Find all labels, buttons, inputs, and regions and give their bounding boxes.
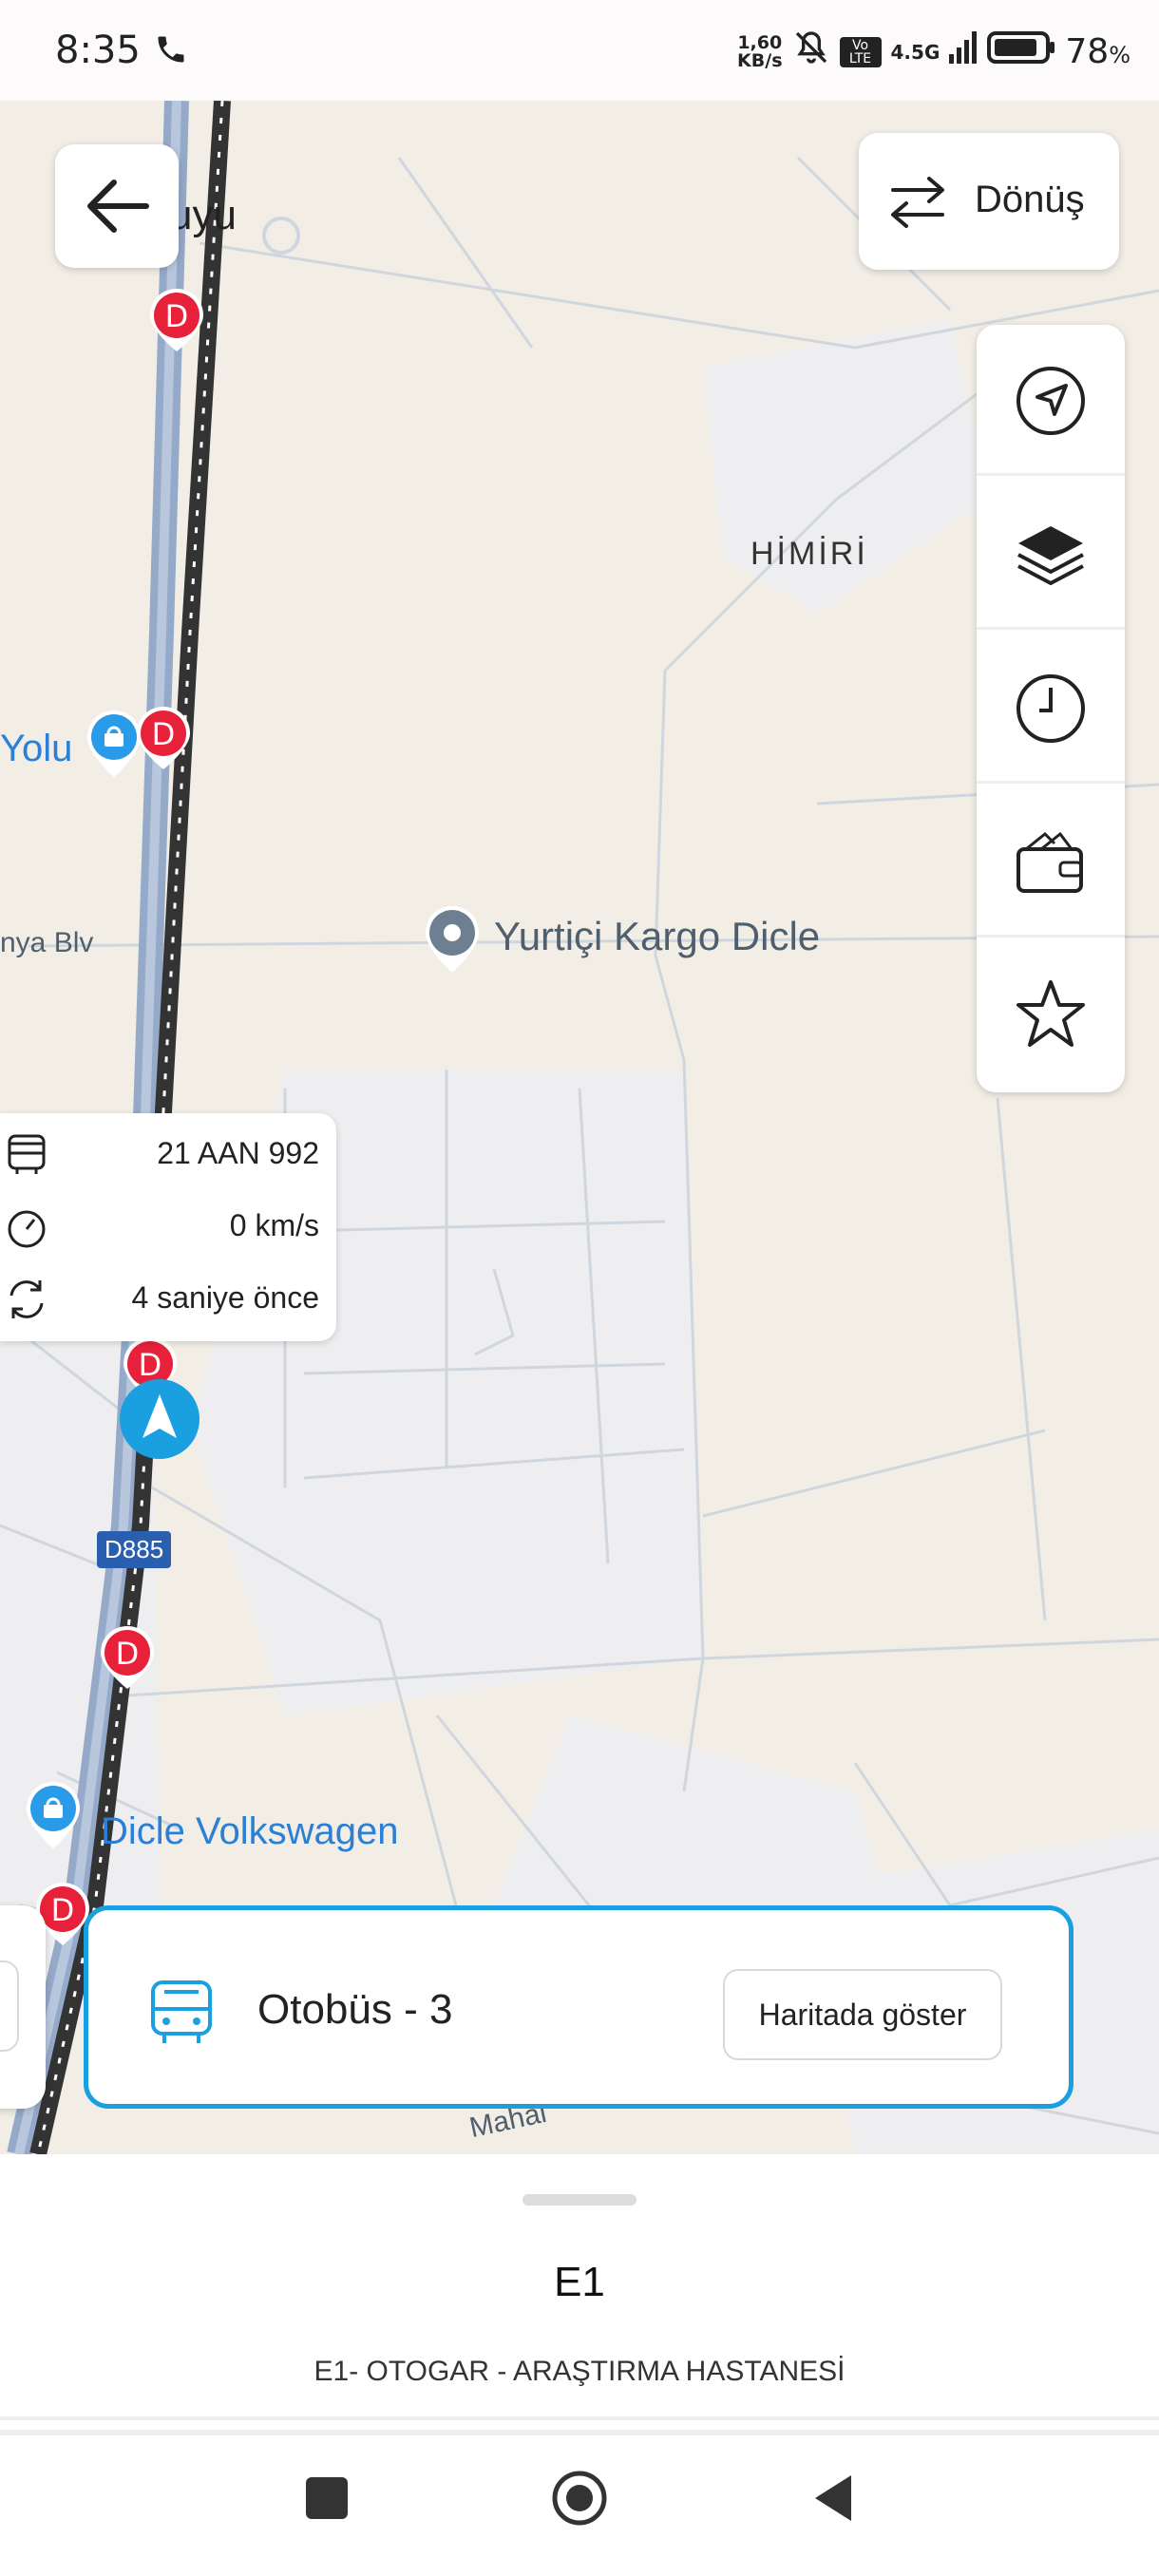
arrow-left-icon — [87, 180, 149, 233]
route-description: E1- OTOGAR - ARAŞTIRMA HASTANESİ — [314, 2356, 846, 2387]
map-view[interactable]: uyu HİMİRİ Yolu Yurtiçi Kargo Dicle nya … — [0, 101, 1159, 2154]
wallet-button[interactable] — [977, 786, 1125, 938]
bus-card[interactable]: Otobüs - 3 Haritada göster — [84, 1905, 1074, 2109]
home-icon — [552, 2471, 607, 2526]
refresh-icon — [10, 1280, 44, 1318]
bus-location-arrow-icon[interactable] — [118, 1377, 201, 1465]
poi-pin-yurtici[interactable] — [422, 904, 483, 978]
schedule-button[interactable] — [977, 633, 1125, 784]
wallet-icon — [1016, 831, 1083, 893]
navigate-icon — [1016, 367, 1085, 435]
layers-icon — [1017, 526, 1084, 586]
show-on-map-button[interactable]: Haritada göster — [723, 1969, 1002, 2060]
map-label-blv: nya Blv — [0, 927, 94, 958]
map-label-kuyu: uyu — [169, 192, 237, 238]
muted-bell-icon — [792, 28, 830, 75]
map-tools-panel — [977, 325, 1125, 1092]
map-label-dicle-volkswagen: Dicle Volkswagen — [101, 1810, 399, 1852]
battery-level: 78% — [1065, 32, 1130, 71]
clock-icon — [1016, 674, 1085, 743]
bus-stop-marker[interactable]: D — [146, 287, 207, 353]
vehicle-plate: 21 AAN 992 — [157, 1136, 319, 1170]
bus-icon — [151, 1980, 212, 2043]
status-bar: 8:35 1,60 KB/s Vo LTE 4.5G 78% — [0, 0, 1159, 101]
bus-stop-marker[interactable]: D — [133, 705, 194, 771]
previous-bus-card[interactable] — [0, 1905, 46, 2109]
back-triangle-icon — [815, 2475, 851, 2521]
return-direction-button[interactable]: Dönüş — [859, 133, 1119, 270]
status-time: 8:35 — [55, 28, 141, 72]
network-speed: 1,60 KB/s — [737, 31, 783, 71]
vehicle-plate-row: 21 AAN 992 — [0, 1119, 336, 1185]
back-button[interactable] — [55, 144, 179, 268]
battery-icon — [987, 30, 1055, 73]
bus-stop-marker[interactable]: D — [97, 1624, 158, 1691]
vehicle-speed: 0 km/s — [229, 1208, 319, 1242]
route-bottom-sheet[interactable]: E1 E1- OTOGAR - ARAŞTIRMA HASTANESİ — [0, 2154, 1159, 2430]
map-label-yurtici: Yurtiçi Kargo Dicle — [494, 914, 821, 958]
sheet-divider — [0, 2416, 1159, 2420]
layers-button[interactable] — [977, 479, 1125, 630]
recents-button[interactable] — [306, 2477, 348, 2519]
favorites-button[interactable] — [977, 940, 1125, 1089]
return-direction-label: Dönüş — [975, 179, 1085, 220]
bus-card-title: Otobüs - 3 — [257, 1986, 453, 2033]
swap-arrows-icon — [891, 177, 944, 228]
star-icon — [1016, 980, 1085, 1047]
network-type: 4.5G — [890, 40, 940, 64]
sheet-drag-handle[interactable] — [522, 2194, 636, 2206]
shopping-pin-dicle-volkswagen[interactable] — [23, 1780, 84, 1854]
call-icon — [154, 32, 188, 70]
vehicle-updated-row: 4 saniye önce — [0, 1263, 336, 1330]
speedometer-icon — [8, 1210, 46, 1248]
vehicle-updated-time: 4 saniye önce — [131, 1280, 319, 1315]
signal-icon — [949, 31, 978, 72]
back-nav-button[interactable] — [809, 2472, 857, 2525]
vehicle-speed-row: 0 km/s — [0, 1191, 336, 1258]
volte-badge: Vo LTE — [839, 36, 882, 67]
navigate-button[interactable] — [977, 325, 1125, 476]
home-button[interactable] — [551, 2470, 608, 2527]
map-label-himiri: HİMİRİ — [750, 536, 868, 572]
route-code: E1 — [554, 2259, 605, 2305]
map-label-yolu: Yolu — [0, 728, 73, 769]
system-nav-bar — [0, 2430, 1159, 2576]
road-shield-d885: D885 — [97, 1531, 172, 1568]
bus-icon — [8, 1134, 46, 1174]
vehicle-info-card: 21 AAN 992 0 km/s 4 saniye önce — [0, 1113, 336, 1341]
